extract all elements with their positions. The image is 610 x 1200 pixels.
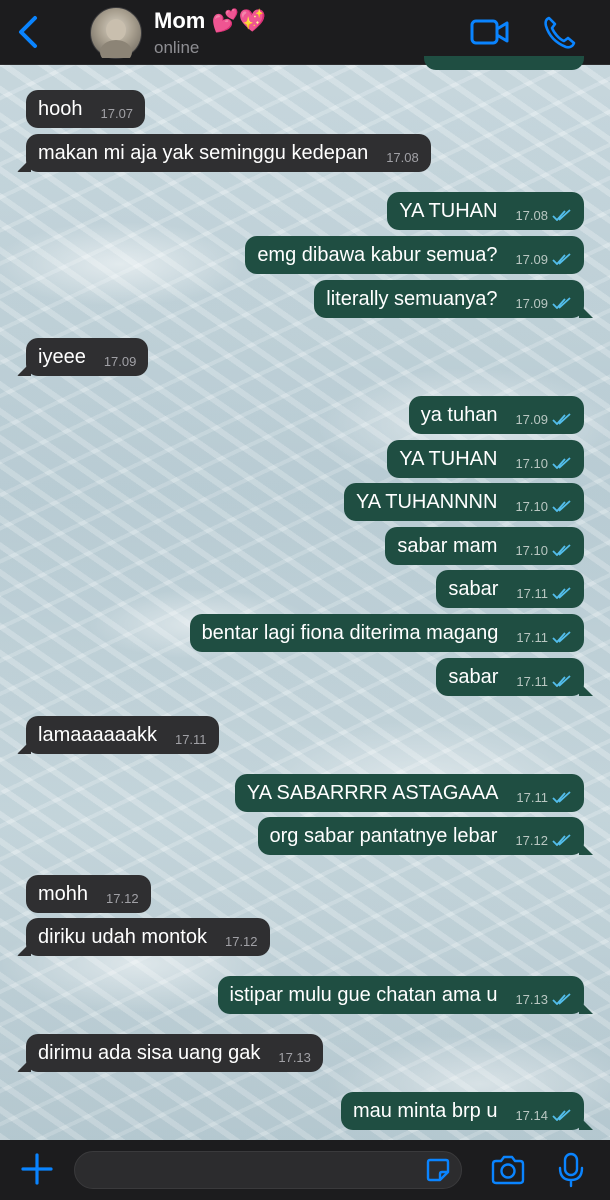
message-time: 17.13 [278, 1049, 311, 1065]
message-time: 17.09 [515, 411, 548, 427]
message-text: sabar mam [397, 534, 498, 557]
message-bubble-partial [424, 56, 584, 70]
message-text: diriku udah montok [38, 925, 207, 948]
message-text: istipar mulu gue chatan ama u [229, 983, 498, 1006]
read-ticks-icon [552, 1109, 571, 1121]
message-outgoing[interactable]: YA SABARRRR ASTAGAAA 17.11 [234, 774, 584, 812]
message-time: 17.08 [386, 149, 419, 165]
message-outgoing[interactable]: mau minta brp u 17.14 [340, 1092, 584, 1130]
message-time: 17.11 [174, 731, 207, 747]
message-text: makan mi aja yak seminggu kedepan [38, 141, 369, 164]
message-time: 17.13 [515, 991, 548, 1007]
message-incoming[interactable]: makan mi aja yak seminggu kedepan 17.08 [26, 134, 431, 172]
message-time: 17.10 [515, 498, 548, 514]
message-text: org sabar pantatnye lebar [269, 824, 498, 847]
message-time: 17.11 [516, 585, 548, 601]
message-outgoing[interactable]: org sabar pantatnye lebar 17.12 [257, 817, 584, 855]
read-ticks-icon [552, 993, 571, 1005]
message-text: sabar [448, 665, 499, 688]
message-time: 17.09 [515, 295, 548, 311]
message-text: literally semuanya? [326, 287, 498, 310]
avatar-photo [100, 19, 132, 64]
read-ticks-icon [552, 544, 571, 556]
phone-call-icon[interactable] [542, 14, 576, 50]
read-ticks-icon [552, 631, 571, 643]
message-time: 17.11 [516, 673, 548, 689]
message-time: 17.12 [106, 890, 139, 906]
read-ticks-icon [552, 500, 571, 512]
read-ticks-icon [552, 413, 571, 425]
read-ticks-icon [552, 791, 571, 803]
message-time: 17.10 [515, 542, 548, 558]
message-time: 17.11 [516, 789, 548, 805]
message-text: iyeee [38, 345, 86, 368]
message-outgoing[interactable]: sabar 17.11 [436, 658, 584, 696]
video-call-icon[interactable] [470, 16, 510, 48]
read-ticks-icon [552, 297, 571, 309]
message-time: 17.14 [515, 1107, 548, 1123]
contact-name[interactable]: Mom 💕💖 [154, 8, 266, 34]
message-time: 17.08 [515, 207, 548, 223]
message-outgoing[interactable]: YA TUHAN 17.10 [387, 440, 584, 478]
message-outgoing[interactable]: literally semuanya? 17.09 [314, 280, 584, 318]
message-text: sabar [448, 577, 499, 600]
message-outgoing[interactable]: emg dibawa kabur semua? 17.09 [245, 236, 584, 274]
message-time: 17.10 [515, 455, 548, 471]
message-time: 17.09 [103, 353, 137, 369]
avatar[interactable] [90, 7, 142, 64]
message-time: 17.12 [515, 832, 548, 848]
message-outgoing[interactable]: YA TUHANNNN 17.10 [343, 483, 584, 521]
message-input[interactable] [74, 1151, 462, 1189]
plus-icon[interactable] [20, 1152, 54, 1186]
message-outgoing[interactable]: sabar 17.11 [436, 570, 584, 608]
composer-bar [0, 1140, 610, 1200]
back-chevron-icon[interactable] [14, 14, 44, 50]
message-incoming[interactable]: iyeee 17.09 [26, 338, 149, 376]
message-outgoing[interactable]: istipar mulu gue chatan ama u 17.13 [217, 976, 584, 1014]
read-ticks-icon [552, 457, 571, 469]
read-ticks-icon [552, 675, 571, 687]
message-incoming[interactable]: dirimu ada sisa uang gak 17.13 [26, 1034, 323, 1072]
read-ticks-icon [552, 587, 571, 599]
message-text: mohh [38, 882, 89, 905]
message-text: ya tuhan [420, 403, 498, 426]
message-outgoing[interactable]: bentar lagi fiona diterima magang 17.11 [189, 614, 584, 652]
message-incoming[interactable]: lamaaaaaakk 17.11 [26, 716, 219, 754]
message-time: 17.11 [516, 629, 548, 645]
message-time: 17.09 [515, 251, 548, 267]
message-time: 17.12 [224, 933, 258, 949]
message-text: dirimu ada sisa uang gak [38, 1041, 261, 1064]
message-text: mau minta brp u [352, 1099, 498, 1122]
message-outgoing[interactable]: YA TUHAN 17.08 [387, 192, 584, 230]
message-text: YA TUHANNNN [355, 490, 498, 513]
message-text: YA TUHAN [399, 447, 498, 470]
message-time: 17.07 [100, 105, 134, 121]
message-text: hooh [38, 97, 83, 120]
message-incoming[interactable]: mohh 17.12 [26, 875, 151, 913]
read-ticks-icon [552, 253, 571, 265]
message-incoming[interactable]: diriku udah montok 17.12 [26, 918, 270, 956]
message-incoming[interactable]: hooh 17.07 [26, 90, 146, 128]
message-outgoing[interactable]: sabar mam 17.10 [385, 527, 584, 565]
message-text: YA TUHAN [399, 199, 498, 222]
message-text: lamaaaaaakk [38, 723, 157, 746]
message-text: YA SABARRRR ASTAGAAA [246, 781, 499, 804]
microphone-icon[interactable] [558, 1152, 584, 1188]
message-text: bentar lagi fiona diterima magang [201, 621, 499, 644]
message-text: emg dibawa kabur semua? [257, 243, 498, 266]
contact-status: online [154, 38, 200, 57]
read-ticks-icon [552, 209, 571, 221]
camera-icon[interactable] [490, 1154, 526, 1186]
sticker-icon[interactable] [424, 1156, 452, 1184]
read-ticks-icon [552, 834, 571, 846]
message-outgoing[interactable]: ya tuhan 17.09 [408, 396, 584, 434]
